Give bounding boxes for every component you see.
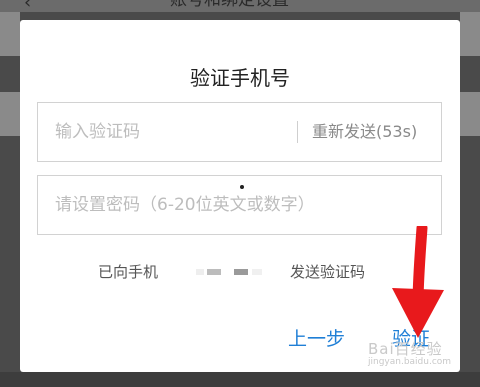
resend-code-button[interactable]: 重新发送(53s) bbox=[312, 120, 417, 144]
password-placeholder: 请设置密码（6-20位英文或数字） bbox=[55, 195, 315, 215]
background-page-title: 账号和绑定设置 bbox=[170, 0, 289, 10]
password-dot bbox=[240, 185, 244, 189]
watermark-text: Bai百经验 bbox=[368, 340, 443, 358]
previous-step-button[interactable]: 上一步 bbox=[288, 326, 345, 352]
watermark-url: jingyan.baidu.com bbox=[368, 357, 452, 367]
background-band bbox=[0, 92, 20, 136]
background-band bbox=[460, 92, 480, 136]
background-bottom-strip bbox=[0, 372, 480, 387]
arrow-down-icon bbox=[392, 226, 444, 338]
verification-code-field[interactable]: 输入验证码 重新发送(53s) bbox=[37, 102, 442, 162]
background-top-bar: ‹ 账号和绑定设置 bbox=[0, 0, 480, 12]
background-band bbox=[460, 12, 480, 56]
chevron-left-icon: ‹ bbox=[24, 0, 32, 13]
sent-info-prefix: 已向手机 bbox=[98, 263, 159, 281]
masked-phone-number bbox=[190, 266, 280, 278]
verification-code-placeholder: 输入验证码 bbox=[55, 122, 140, 142]
baidu-watermark: Bai百经验 jingyan.baidu.com bbox=[368, 340, 480, 370]
dialog-title: 验证手机号 bbox=[190, 66, 290, 90]
field-divider bbox=[297, 121, 298, 143]
password-field[interactable]: 请设置密码（6-20位英文或数字） bbox=[37, 175, 442, 235]
background-band bbox=[0, 12, 20, 56]
sent-info-suffix: 发送验证码 bbox=[290, 263, 366, 281]
